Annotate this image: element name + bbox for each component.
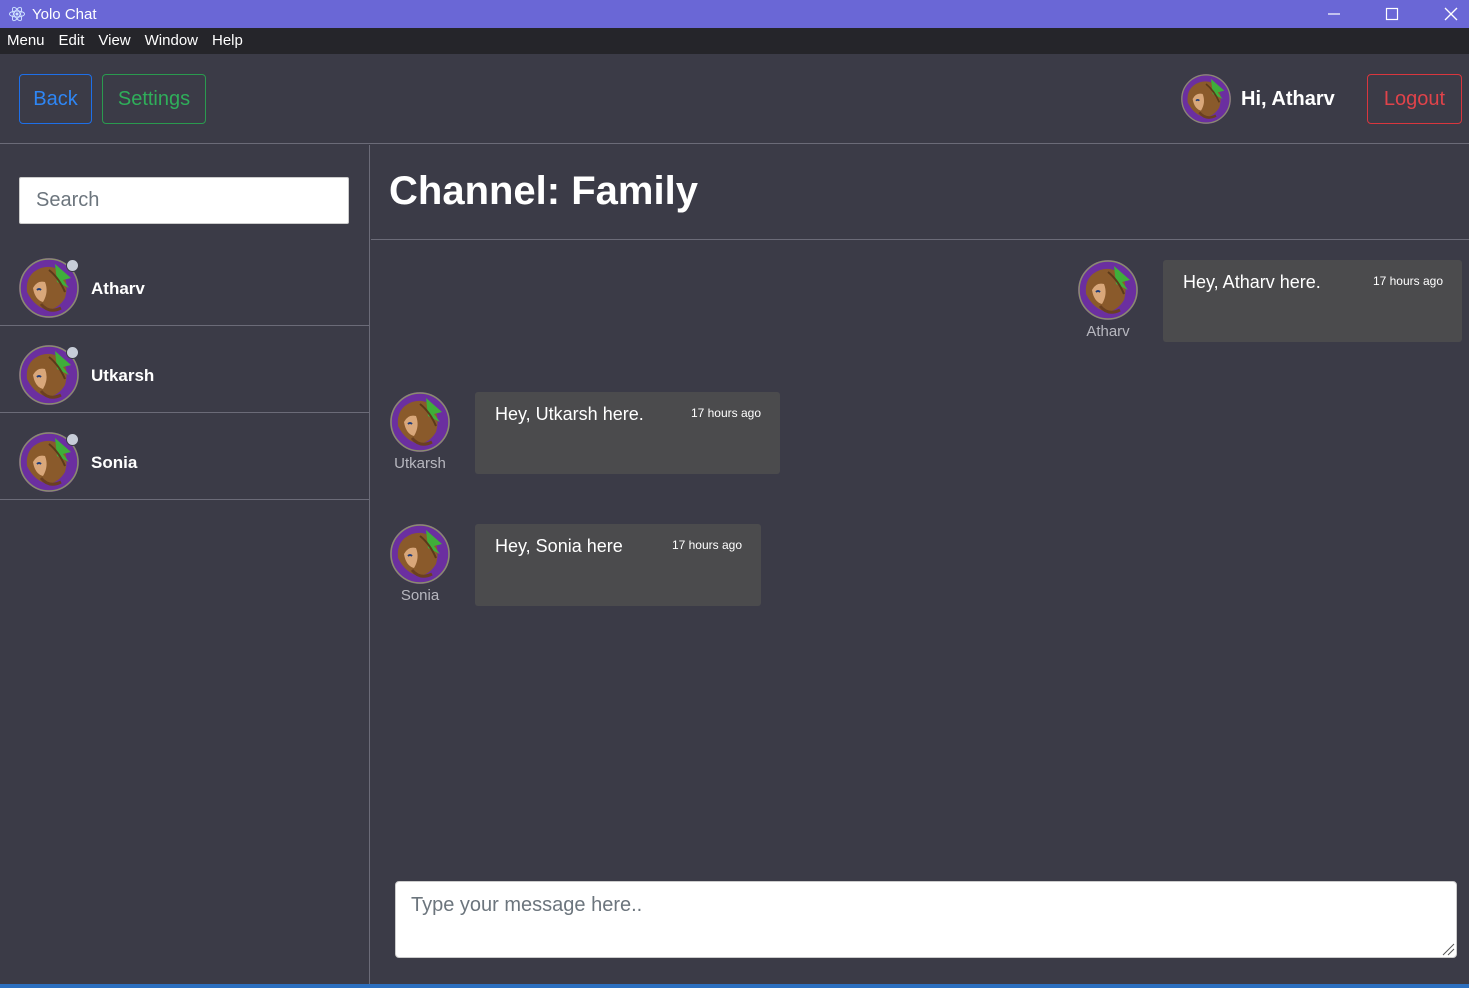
message-avatar	[390, 524, 450, 584]
status-dot	[66, 346, 79, 359]
contact-name: Utkarsh	[91, 366, 155, 385]
app-header: Back Settings Hi, Atharv Logout	[0, 54, 1469, 144]
contact-item-sonia[interactable]: Sonia	[0, 413, 370, 500]
message-author: Utkarsh	[394, 455, 446, 472]
logout-button[interactable]: Logout	[1367, 74, 1462, 124]
message-timestamp: 17 hours ago	[690, 406, 761, 420]
contact-item-utkarsh[interactable]: Utkarsh	[0, 326, 370, 413]
settings-button[interactable]: Settings	[102, 74, 206, 124]
message-timestamp: 17 hours ago	[671, 538, 742, 552]
menu-bar: Menu Edit View Window Help	[0, 28, 1469, 54]
minimize-icon	[1328, 13, 1340, 15]
search-input[interactable]	[19, 177, 349, 224]
minimize-button[interactable]	[1311, 0, 1357, 28]
menu-item-window[interactable]: Window	[138, 28, 205, 54]
contact-name: Sonia	[91, 453, 138, 472]
close-window-button[interactable]	[1428, 0, 1469, 28]
status-dot	[66, 433, 79, 446]
react-logo-icon	[9, 6, 25, 22]
channel-title: Channel: Family	[389, 169, 698, 213]
bottom-edge	[0, 984, 1469, 988]
window-title: Yolo Chat	[32, 5, 97, 23]
resize-handle-icon[interactable]	[1441, 942, 1455, 956]
contact-name: Atharv	[91, 279, 145, 298]
message-text: Hey, Utkarsh here.	[495, 404, 644, 424]
message-input[interactable]	[395, 881, 1457, 958]
maximize-button[interactable]	[1369, 0, 1415, 28]
title-bar: Yolo Chat	[0, 0, 1469, 28]
message-author: Sonia	[400, 587, 440, 604]
message-avatar	[390, 392, 450, 452]
message-author: Atharv	[1086, 323, 1130, 340]
message-bubble: Hey, Sonia here 17 hours ago	[475, 524, 761, 606]
message-bubble: Hey, Atharv here. 17 hours ago	[1163, 260, 1462, 342]
menu-item-edit[interactable]: Edit	[52, 28, 92, 54]
contact-item-atharv[interactable]: Atharv	[0, 239, 370, 326]
channel-header: Channel: Family	[371, 145, 1469, 240]
user-avatar	[1181, 74, 1231, 124]
message-bubble: Hey, Utkarsh here. 17 hours ago	[475, 392, 780, 474]
menu-item-view[interactable]: View	[91, 28, 137, 54]
message-text: Hey, Sonia here	[495, 536, 623, 556]
close-icon	[1444, 7, 1458, 21]
message-timestamp: 17 hours ago	[1372, 274, 1443, 288]
back-button[interactable]: Back	[19, 74, 92, 124]
status-dot	[66, 259, 79, 272]
message-avatar	[1078, 260, 1138, 320]
contacts-sidebar: Atharv Utkarsh Sonia	[0, 145, 370, 988]
message-text: Hey, Atharv here.	[1183, 272, 1321, 292]
menu-item-help[interactable]: Help	[205, 28, 250, 54]
greeting-text: Hi, Atharv	[1241, 88, 1335, 110]
menu-item-menu[interactable]: Menu	[0, 28, 52, 54]
maximize-icon	[1385, 7, 1399, 21]
